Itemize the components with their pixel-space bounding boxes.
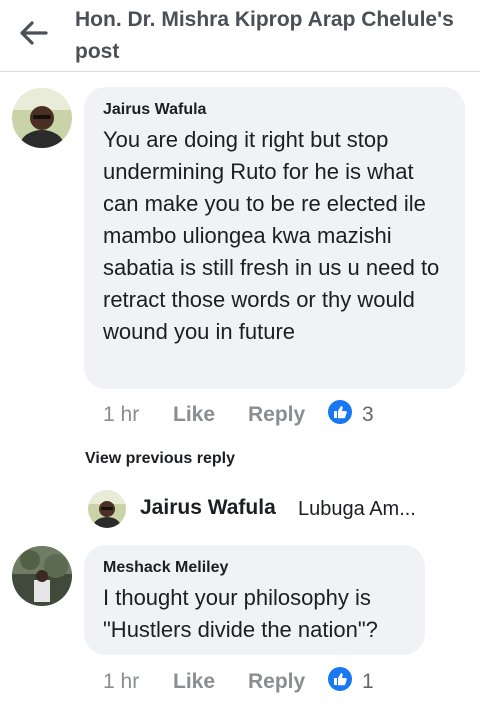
reply-button[interactable]: Reply bbox=[248, 400, 305, 430]
comment-bubble[interactable]: Meshack Meliley I thought your philosoph… bbox=[84, 545, 425, 655]
comment-actions: 1 hr Like Reply 3 bbox=[103, 400, 403, 430]
page-title: Hon. Dr. Mishra Kiprop Arap Chelule's po… bbox=[75, 8, 454, 63]
reaction-count[interactable]: 1 bbox=[362, 667, 374, 697]
like-button[interactable]: Like bbox=[173, 667, 215, 697]
avatar[interactable] bbox=[12, 88, 72, 148]
avatar[interactable] bbox=[88, 490, 126, 528]
avatar[interactable] bbox=[12, 546, 72, 606]
arrow-left-icon[interactable] bbox=[18, 18, 52, 48]
like-button[interactable]: Like bbox=[173, 400, 215, 430]
reaction-count[interactable]: 3 bbox=[362, 400, 374, 430]
post-header: Hon. Dr. Mishra Kiprop Arap Chelule's po… bbox=[0, 0, 480, 72]
comment-text: You are doing it right but stop undermin… bbox=[103, 127, 440, 344]
thumbs-up-icon bbox=[328, 400, 352, 424]
comment-bubble[interactable]: Jairus Wafula You are doing it right but… bbox=[84, 87, 465, 389]
comment-actions: 1 hr Like Reply 1 bbox=[103, 667, 403, 697]
comment-text: I thought your philosophy is "Hustlers d… bbox=[103, 585, 378, 642]
reply-button[interactable]: Reply bbox=[248, 667, 305, 697]
thumbs-up-icon bbox=[328, 667, 352, 691]
view-previous-reply-link[interactable]: View previous reply bbox=[85, 450, 235, 468]
comment-author[interactable]: Meshack Meliley bbox=[103, 559, 228, 577]
reply-snippet: Lubuga Am... bbox=[298, 498, 416, 520]
reply-preview[interactable]: Jairus Wafula Lubuga Am... bbox=[88, 490, 468, 530]
comment-author[interactable]: Jairus Wafula bbox=[103, 101, 206, 119]
reply-author[interactable]: Jairus Wafula bbox=[140, 496, 276, 520]
comment-time: 1 hr bbox=[103, 670, 140, 693]
comment-time: 1 hr bbox=[103, 403, 140, 426]
